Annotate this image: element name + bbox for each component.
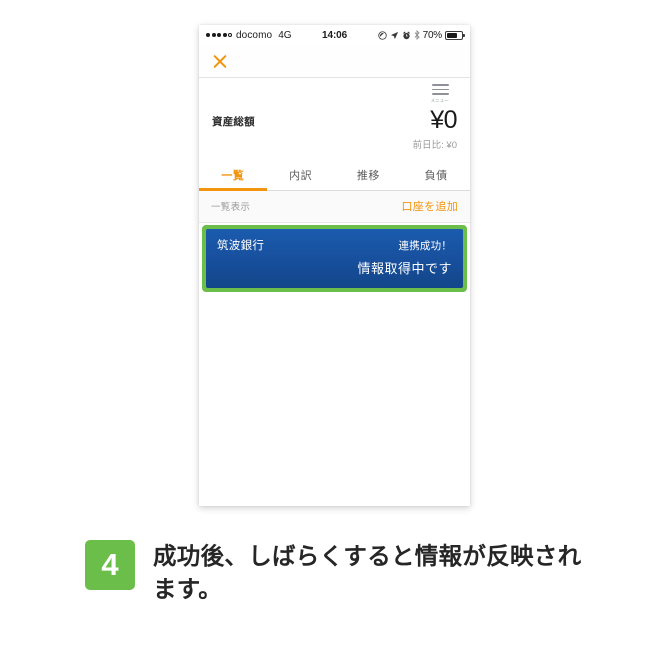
tab-uchiwake[interactable]: 内訳 bbox=[267, 160, 335, 190]
menu-button-label: メニュー bbox=[430, 97, 450, 104]
asset-summary-section: メニュー 資産総額 ¥0 前日比: ¥0 bbox=[199, 78, 470, 160]
bank-fetch-message: 情報取得中です bbox=[357, 260, 452, 276]
bank-name: 筑波銀行 bbox=[217, 239, 265, 252]
bluetooth-icon bbox=[414, 29, 420, 41]
status-bar: docomo 4G 14:06 70% bbox=[199, 25, 470, 45]
network-type: 4G bbox=[278, 29, 292, 41]
total-assets-amount: ¥0 bbox=[430, 105, 457, 134]
hamburger-menu-icon bbox=[431, 84, 449, 95]
app-navigation-bar bbox=[199, 45, 470, 78]
close-x-icon[interactable] bbox=[211, 53, 228, 70]
status-bar-clock: 14:06 bbox=[322, 29, 348, 41]
asset-tabs: 一覧 内訳 推移 負債 bbox=[199, 159, 470, 191]
highlight-box: 筑波銀行 連携成功！ 情報取得中です bbox=[202, 224, 467, 292]
add-account-link[interactable]: 口座を追加 bbox=[402, 198, 459, 214]
alarm-clock-icon bbox=[402, 31, 411, 40]
step-caption: 4 成功後、しばらくすると情報が反映されます。 bbox=[85, 540, 595, 607]
menu-row: メニュー bbox=[212, 84, 457, 104]
status-bar-left: docomo 4G bbox=[206, 30, 292, 41]
previous-day-delta: 前日比: ¥0 bbox=[412, 139, 457, 151]
list-subbar: 一覧表示 口座を追加 bbox=[199, 190, 470, 223]
battery-percent: 70% bbox=[422, 29, 443, 41]
tab-suii[interactable]: 推移 bbox=[335, 160, 403, 190]
signal-strength-dots-icon bbox=[206, 33, 232, 37]
total-assets-row: 資産総額 ¥0 bbox=[212, 105, 457, 134]
status-bar-right: 70% bbox=[377, 29, 465, 41]
step-caption-text: 成功後、しばらくすると情報が反映されます。 bbox=[153, 542, 582, 604]
battery-icon bbox=[445, 30, 465, 40]
location-arrow-icon bbox=[390, 31, 399, 40]
list-display-label: 一覧表示 bbox=[211, 201, 251, 213]
tab-fusai[interactable]: 負債 bbox=[402, 160, 470, 190]
carrier-name: docomo bbox=[236, 29, 273, 41]
bank-link-status: 連携成功！ bbox=[398, 239, 452, 252]
card-spacer bbox=[199, 291, 470, 298]
do-not-disturb-icon bbox=[377, 30, 387, 40]
bank-card-top-row: 筑波銀行 連携成功！ bbox=[217, 237, 452, 253]
total-assets-label: 資産総額 bbox=[212, 115, 255, 128]
step-number-badge: 4 bbox=[85, 540, 135, 590]
tab-ichiran[interactable]: 一覧 bbox=[199, 160, 267, 191]
phone-screenshot-frame: docomo 4G 14:06 70% メニュー 資産総額 ¥0 前日比: ¥0… bbox=[199, 25, 470, 506]
bank-account-card[interactable]: 筑波銀行 連携成功！ 情報取得中です bbox=[206, 228, 463, 288]
menu-button[interactable]: メニュー bbox=[425, 84, 455, 104]
